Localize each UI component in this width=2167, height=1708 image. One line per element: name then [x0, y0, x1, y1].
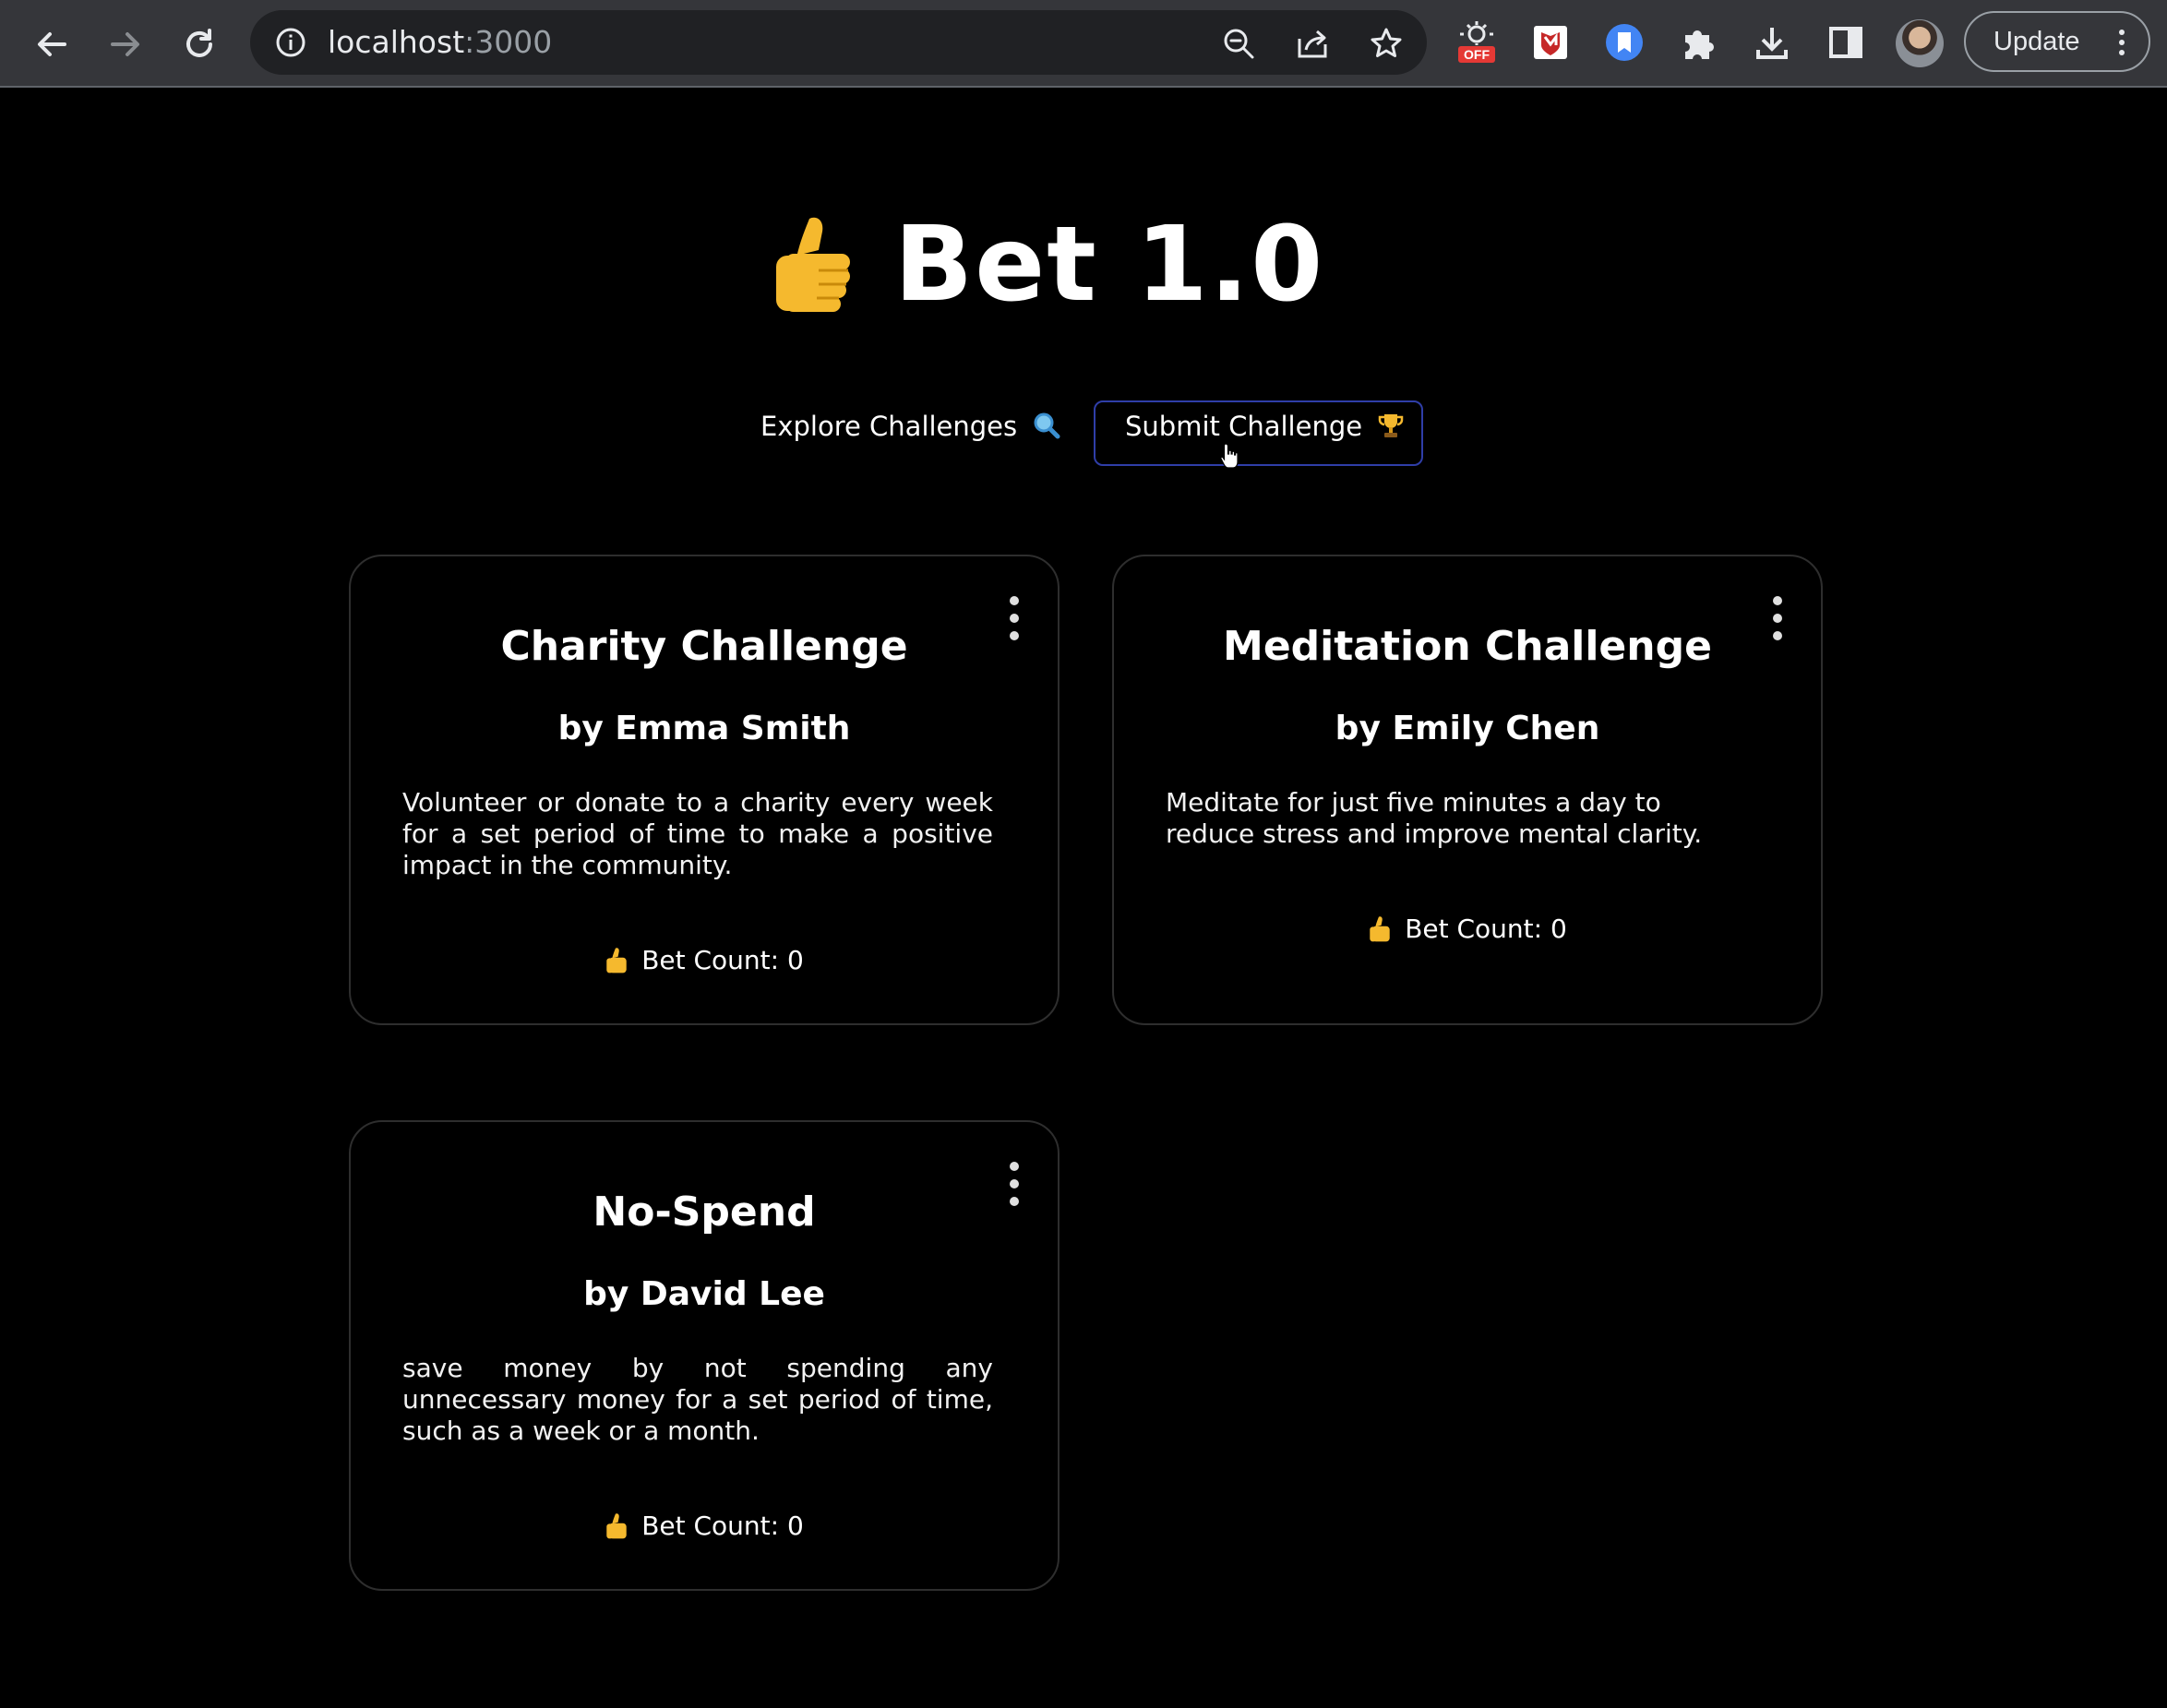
update-label: Update	[1993, 27, 2080, 56]
side-panel-button[interactable]	[1824, 20, 1868, 65]
info-icon[interactable]	[274, 26, 307, 59]
url-host: localhost	[328, 24, 465, 60]
page-title: Bet 1.0	[893, 205, 1325, 325]
challenge-title: Charity Challenge	[500, 623, 908, 670]
url-text[interactable]: localhost:3000	[328, 24, 552, 61]
star-icon[interactable]	[1369, 26, 1404, 61]
explore-label: Explore Challenges	[760, 411, 1018, 442]
update-button[interactable]: Update	[1964, 11, 2150, 72]
challenge-description: save money by not spending any unnecessa…	[402, 1353, 993, 1446]
bet-count: Bet Count: 0	[351, 944, 1058, 977]
reload-icon	[186, 29, 212, 57]
arrow-left-icon	[38, 32, 66, 56]
browser-toolbar: localhost:3000 OFF Update	[0, 0, 2167, 88]
url-port: :3000	[464, 24, 553, 60]
challenge-author: by David Lee	[583, 1275, 825, 1313]
thumbs-up-icon	[606, 948, 627, 973]
submit-label: Submit Challenge	[1125, 411, 1363, 442]
puzzle-icon	[1685, 30, 1714, 59]
thumbs-up-icon	[606, 1513, 627, 1539]
back-button[interactable]	[28, 20, 76, 68]
profile-avatar[interactable]	[1896, 19, 1944, 67]
challenge-description: Meditate for just five minutes a day to …	[1166, 787, 1703, 849]
bet-count-text: Bet Count: 0	[1405, 914, 1567, 944]
shield-m-icon	[1534, 26, 1567, 59]
challenge-author: by Emma Smith	[557, 710, 851, 747]
zoom-icon[interactable]	[1221, 26, 1256, 61]
challenge-title: No-Spend	[593, 1188, 816, 1236]
forward-button[interactable]	[102, 20, 150, 68]
download-icon	[1756, 28, 1788, 59]
challenge-card[interactable]: Charity Challenge by Emma Smith Voluntee…	[349, 555, 1060, 1025]
extension-bookmark[interactable]	[1602, 20, 1646, 65]
explore-challenges-link[interactable]: Explore Challenges	[760, 408, 1060, 445]
side-panel-icon	[1829, 27, 1862, 58]
share-icon[interactable]	[1295, 26, 1330, 61]
downloads-button[interactable]	[1750, 20, 1794, 65]
challenge-title: Meditation Challenge	[1223, 623, 1712, 670]
thumbs-up-icon	[1370, 916, 1390, 942]
trophy-icon	[1379, 414, 1404, 437]
submit-content: Submit Challenge	[1125, 408, 1404, 445]
bet-count-text: Bet Count: 0	[641, 1511, 804, 1541]
sun-off-icon: OFF	[1458, 21, 1495, 63]
magnifier-icon	[1034, 412, 1060, 439]
bet-count: Bet Count: 0	[351, 1510, 1058, 1543]
address-bar[interactable]: localhost:3000	[250, 10, 1427, 75]
arrow-right-icon	[111, 32, 139, 56]
extensions-button[interactable]	[1676, 20, 1720, 65]
challenge-author: by Emily Chen	[1335, 710, 1600, 747]
page-header: Bet 1.0	[0, 205, 2167, 325]
bet-count-text: Bet Count: 0	[641, 945, 804, 975]
challenge-description: Volunteer or donate to a charity every w…	[402, 787, 993, 880]
bookmark-icon	[1606, 24, 1643, 61]
extension-sun-off[interactable]: OFF	[1455, 20, 1499, 65]
more-vert-icon	[2119, 30, 2125, 55]
extension-mcafee[interactable]	[1528, 20, 1573, 65]
off-badge-text: OFF	[1464, 47, 1490, 62]
submit-challenge-button[interactable]: Submit Challenge	[1094, 400, 1423, 466]
bet-count: Bet Count: 0	[1114, 913, 1821, 946]
reload-button[interactable]	[175, 20, 223, 68]
challenge-card[interactable]: Meditation Challenge by Emily Chen Medit…	[1112, 555, 1823, 1025]
thumbs-up-icon	[775, 217, 850, 312]
challenge-card[interactable]: No-Spend by David Lee save money by not …	[349, 1120, 1060, 1591]
hand-cursor-icon	[1220, 443, 1239, 469]
